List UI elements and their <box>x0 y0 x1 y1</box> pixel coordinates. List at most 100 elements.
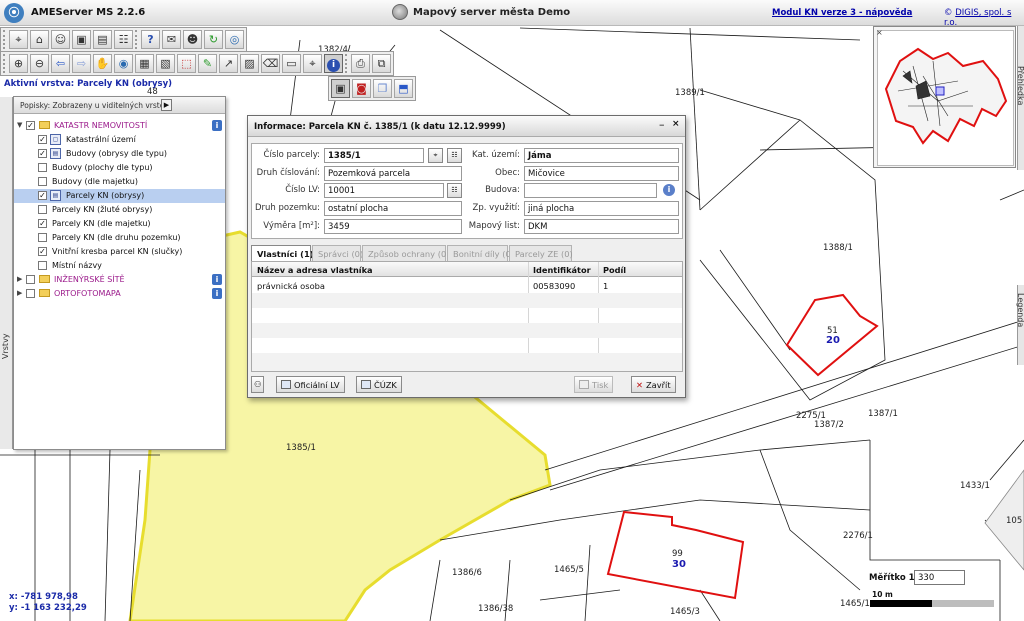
copyright-link[interactable]: DIGIS, spol. s r.o. <box>944 8 1011 28</box>
layer-checkbox[interactable]: ✓ <box>38 219 47 228</box>
refresh-icon[interactable]: ↻ <box>204 30 223 49</box>
building-field[interactable] <box>524 183 657 198</box>
close-button[interactable]: ✕ Zavřít <box>631 376 676 393</box>
layer-checkbox[interactable]: ✓ <box>38 149 47 158</box>
layer-item[interactable]: Budovy (plochy dle typu) <box>14 161 225 175</box>
overview-map-canvas[interactable] <box>877 30 1014 166</box>
share-icon-button[interactable]: ⚇ <box>251 376 265 393</box>
layer-item[interactable]: ✓ ▤ Budovy (obrysy dle typu) <box>14 147 225 161</box>
close-icon[interactable]: × <box>672 119 680 129</box>
select-layer-icon[interactable]: ▨ <box>240 54 259 73</box>
help-link[interactable]: Modul KN verze 3 - nápověda <box>772 8 912 18</box>
layer-checkbox[interactable] <box>26 275 35 284</box>
building-info-icon[interactable]: ◙ <box>352 79 371 98</box>
labels-mode-arrow-icon[interactable]: ▶ <box>161 99 172 111</box>
expand-arrow-icon[interactable]: ▶ <box>17 289 22 297</box>
globe-icon[interactable]: ◎ <box>225 30 244 49</box>
measure-area-icon[interactable]: ▭ <box>282 54 301 73</box>
globe-icon[interactable]: ◉ <box>114 54 133 73</box>
numbering-type-field[interactable]: Pozemková parcela <box>324 166 462 181</box>
home-icon[interactable]: ⌂ <box>30 30 49 49</box>
info-icon[interactable]: i <box>212 120 222 131</box>
column-header-share[interactable]: Podíl <box>603 265 626 275</box>
select-rect-icon[interactable]: ⬚ <box>177 54 196 73</box>
layer-checkbox[interactable] <box>38 177 47 186</box>
layer-item[interactable]: Budovy (dle majetku) <box>14 175 225 189</box>
layer-checkbox[interactable]: ✓ <box>38 247 47 256</box>
print-button[interactable]: Tisk <box>574 376 614 393</box>
usage-field[interactable]: jiná plocha <box>524 201 679 216</box>
layer-item[interactable]: ✓ Parcely KN (dle majetku) <box>14 217 225 231</box>
layer-checkbox[interactable] <box>38 163 47 172</box>
layer-checkbox[interactable] <box>26 289 35 298</box>
toolbar-grip[interactable] <box>3 30 7 49</box>
layer-item[interactable]: Parcely KN (žluté obrysy) <box>14 203 225 217</box>
info-icon[interactable]: i <box>212 288 222 299</box>
layer-checkbox[interactable] <box>38 261 47 270</box>
expand-arrow-icon[interactable]: ▶ <box>17 275 22 283</box>
zoom-layer-icon[interactable]: ▦ <box>135 54 154 73</box>
export-lv-icon[interactable]: ⬒ <box>394 79 413 98</box>
ikn-icon[interactable]: ▣ <box>72 30 91 49</box>
layer-item[interactable]: Místní názvy <box>14 259 225 273</box>
toolbar-grip[interactable] <box>345 54 349 73</box>
search-doc-icon[interactable]: ☷ <box>114 30 133 49</box>
export-icon[interactable]: ⧉ <box>372 54 391 73</box>
pan-icon[interactable]: ✋ <box>93 54 112 73</box>
overview-close-icon[interactable]: × <box>876 28 883 37</box>
layer-item[interactable]: ✓ Vnitřní kresba parcel KN (slučky) <box>14 245 225 259</box>
help-icon[interactable]: ? <box>141 30 160 49</box>
parcel-doc-icon[interactable]: ☷ <box>447 148 462 163</box>
zoom-to-parcel-icon[interactable]: ⌖ <box>428 148 443 163</box>
layer-group-inzenyrske-site[interactable]: ▶ INŽENÝRSKÉ SÍTĚ i <box>14 273 225 287</box>
layer-checkbox[interactable]: ✓ <box>26 121 35 130</box>
measure-icon[interactable]: ↗ <box>219 54 238 73</box>
cuzk-button[interactable]: ČÚZK <box>356 376 402 393</box>
mail-icon[interactable]: ✉ <box>162 30 181 49</box>
overview-side-tab[interactable]: Přehledka <box>1016 26 1024 170</box>
municipality-field[interactable]: Mičovice <box>524 166 679 181</box>
scale-input[interactable]: 330 <box>914 570 965 585</box>
print-icon[interactable]: ⎙ <box>351 54 370 73</box>
tab-owners[interactable]: Vlastníci (1) <box>251 245 314 262</box>
layer-item[interactable]: ✓ ▢ Katastrální území <box>14 133 225 147</box>
parcel-number-field[interactable]: 1385/1 <box>324 148 424 163</box>
map-sheet-field[interactable]: DKM <box>524 219 679 234</box>
column-header-owner[interactable]: Název a adresa vlastníka <box>257 265 373 275</box>
copy-icon[interactable]: ❐ <box>373 79 392 98</box>
mkn-icon[interactable]: ▤ <box>93 30 112 49</box>
lv-doc-icon[interactable]: ☷ <box>447 183 462 198</box>
layers-side-tab[interactable]: Vrstvy <box>0 97 13 449</box>
layer-item-selected[interactable]: ✓ ▤ Parcely KN (obrysy) <box>14 189 225 203</box>
tab-bonity[interactable]: Bonitní díly (0) <box>447 245 514 261</box>
column-header-identifier[interactable]: Identifikátor <box>533 265 591 275</box>
toolbar-grip[interactable] <box>135 30 139 49</box>
land-type-field[interactable]: ostatní plocha <box>324 201 462 216</box>
info-icon[interactable]: i <box>324 54 343 73</box>
cadastral-area-field[interactable]: Jáma <box>524 148 679 163</box>
layer-checkbox[interactable] <box>38 205 47 214</box>
dialog-titlebar[interactable]: Informace: Parcela KN č. 1385/1 (k datu … <box>248 116 685 137</box>
forward-icon[interactable]: ⇨ <box>72 54 91 73</box>
user-icon[interactable]: ☻ <box>183 30 202 49</box>
zoom-in-icon[interactable]: ⊕ <box>9 54 28 73</box>
tab-parcels-ze[interactable]: Parcely ZE (0) <box>509 245 573 261</box>
lv-number-field[interactable]: 10001 <box>324 183 444 198</box>
info-icon[interactable]: i <box>212 274 222 285</box>
layer-item[interactable]: Parcely KN (dle druhu pozemku) <box>14 231 225 245</box>
parcel-info-icon[interactable]: ▣ <box>331 79 350 98</box>
layer-checkbox[interactable]: ✓ <box>38 191 47 200</box>
expand-arrow-icon[interactable]: ▼ <box>17 121 22 129</box>
tab-administrators[interactable]: Správci (0) <box>312 245 363 261</box>
draw-icon[interactable]: ✎ <box>198 54 217 73</box>
building-info-icon[interactable]: i <box>663 184 675 196</box>
gps-icon[interactable]: ⌖ <box>9 30 28 49</box>
layer-group-ortofotomapa[interactable]: ▶ ORTOFOTOMAPA i <box>14 287 225 301</box>
back-icon[interactable]: ⇦ <box>51 54 70 73</box>
coord-icon[interactable]: ⌖ <box>303 54 322 73</box>
tab-protection[interactable]: Způsob ochrany (0) <box>362 245 449 261</box>
legend-side-tab[interactable]: Legenda <box>1016 285 1024 365</box>
area-field[interactable]: 3459 <box>324 219 462 234</box>
toolbar-grip[interactable] <box>3 54 7 73</box>
layer-checkbox[interactable]: ✓ <box>38 135 47 144</box>
